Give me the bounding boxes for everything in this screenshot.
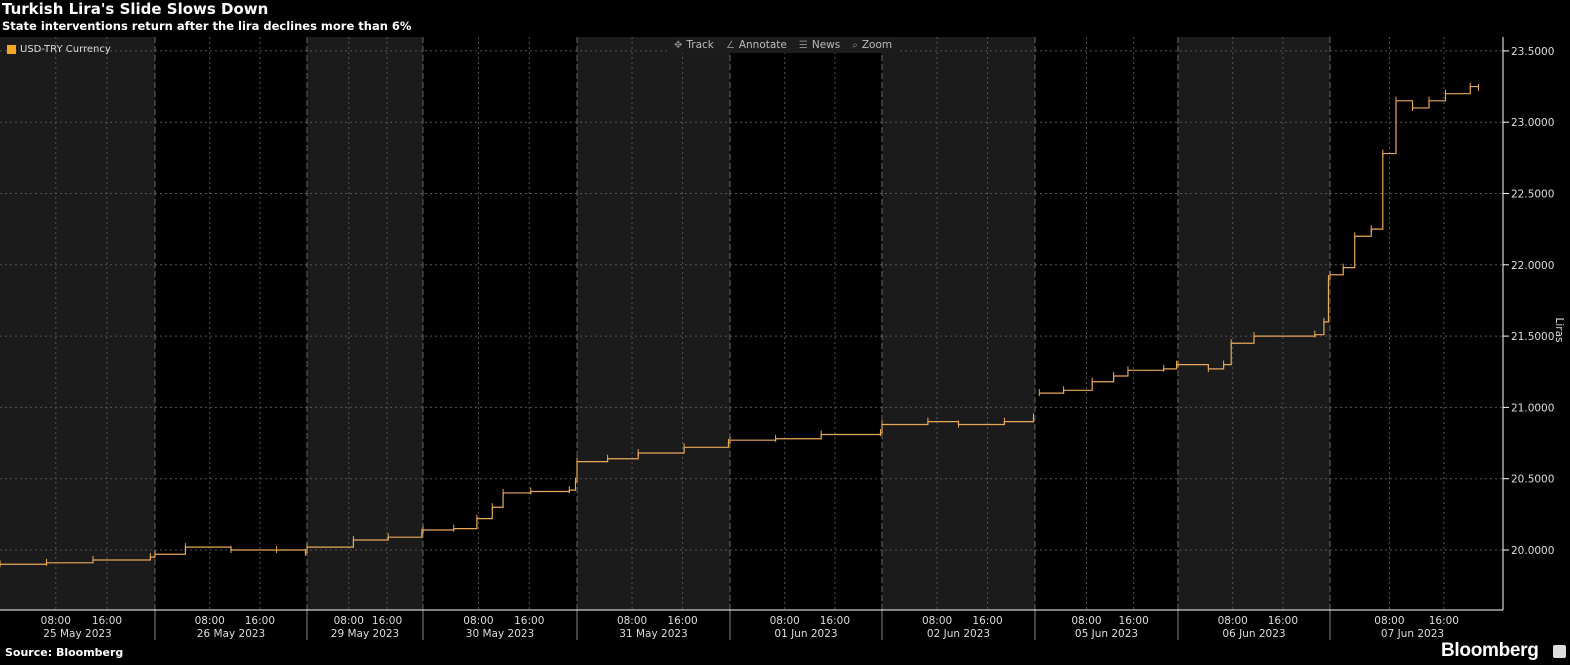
x-hour-label: 16:00 — [1429, 615, 1459, 627]
day-shade — [0, 37, 155, 610]
x-day-label: 02 Jun 2023 — [927, 628, 990, 640]
x-hour-label: 08:00 — [195, 615, 225, 627]
zoom-button[interactable]: ⌕ Zoom — [846, 39, 898, 51]
x-hour-label: 08:00 — [41, 615, 71, 627]
x-hour-label: 08:00 — [334, 615, 364, 627]
source-note: Source: Bloomberg — [5, 646, 124, 659]
x-hour-label: 16:00 — [1268, 615, 1298, 627]
day-shade — [577, 37, 730, 610]
y-tick-label: 20.0000 — [1511, 545, 1554, 557]
legend: USD-TRY Currency — [7, 44, 111, 55]
bloomberg-chart-icon — [1553, 645, 1566, 658]
x-day-label: 31 May 2023 — [619, 628, 687, 640]
y-tick-label: 23.5000 — [1511, 46, 1554, 58]
day-shade — [307, 37, 423, 610]
track-button[interactable]: ✥ Track — [668, 39, 720, 51]
line-chart: 20.0000 20.5000 21.0000 21.5000 22.0000 22.50… — [0, 37, 1565, 640]
day-shade — [882, 37, 1035, 610]
annotate-button[interactable]: ∠ Annotate — [720, 39, 793, 51]
x-day-label: 01 Jun 2023 — [774, 628, 837, 640]
day-shade — [1178, 37, 1330, 610]
x-hour-label: 16:00 — [372, 615, 402, 627]
chart-toolbar: ✥ Track ∠ Annotate ☰ News ⌕ Zoom — [668, 37, 899, 53]
y-tick-label: 22.0000 — [1511, 260, 1554, 272]
magnifier-icon: ⌕ — [852, 39, 858, 51]
crosshair-icon: ✥ — [674, 39, 683, 51]
annotate-label: Annotate — [738, 39, 787, 51]
y-tick-label: 20.5000 — [1511, 474, 1554, 486]
x-hour-label: 08:00 — [617, 615, 647, 627]
y-tick-label: 23.0000 — [1511, 117, 1554, 129]
x-hour-label: 16:00 — [1119, 615, 1149, 627]
x-hour-label: 08:00 — [922, 615, 952, 627]
legend-label: USD-TRY Currency — [20, 44, 111, 55]
pencil-icon: ∠ — [725, 39, 735, 51]
y-tick-label: 21.5000 — [1511, 331, 1554, 343]
news-icon: ☰ — [798, 39, 808, 51]
x-day-label: 07 Jun 2023 — [1381, 628, 1444, 640]
x-hour-label: 08:00 — [1374, 615, 1404, 627]
y-tick-label: 21.0000 — [1511, 402, 1554, 414]
y-axis-label: Liras — [1553, 318, 1565, 343]
x-hour-label: 16:00 — [92, 615, 122, 627]
news-label: News — [811, 39, 841, 51]
x-hour-label: 16:00 — [667, 615, 697, 627]
news-button[interactable]: ☰ News — [793, 39, 846, 51]
x-day-label: 06 Jun 2023 — [1222, 628, 1285, 640]
x-day-label: 29 May 2023 — [331, 628, 399, 640]
x-day-label: 30 May 2023 — [466, 628, 534, 640]
x-hour-label: 08:00 — [1071, 615, 1101, 627]
x-hour-label: 08:00 — [770, 615, 800, 627]
x-day-label: 05 Jun 2023 — [1075, 628, 1138, 640]
zoom-label: Zoom — [861, 39, 893, 51]
track-label: Track — [686, 39, 714, 51]
x-day-label: 25 May 2023 — [43, 628, 111, 640]
x-hour-label: 08:00 — [1218, 615, 1248, 627]
y-tick-label: 22.5000 — [1511, 189, 1554, 201]
bloomberg-logo: Bloomberg — [1441, 640, 1539, 661]
x-hour-label: 08:00 — [463, 615, 493, 627]
x-hour-label: 16:00 — [972, 615, 1002, 627]
legend-swatch — [7, 45, 16, 54]
x-hour-label: 16:00 — [514, 615, 544, 627]
x-hour-label: 16:00 — [245, 615, 275, 627]
x-hour-label: 16:00 — [820, 615, 850, 627]
x-day-label: 26 May 2023 — [197, 628, 265, 640]
